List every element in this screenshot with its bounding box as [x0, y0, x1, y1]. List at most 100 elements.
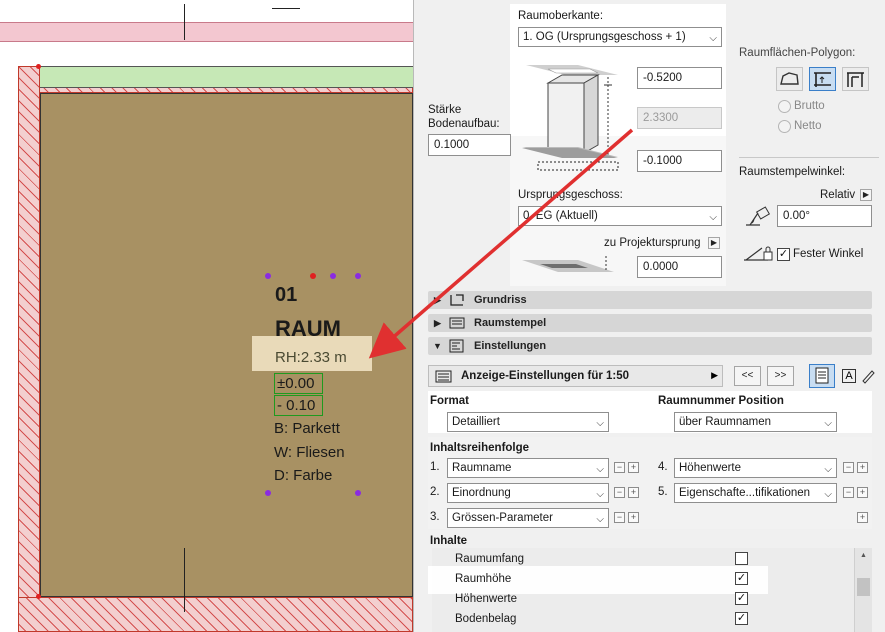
stamp-number: 01 — [275, 284, 298, 306]
polygon-custom-mode-button[interactable] — [842, 67, 869, 91]
wall-bottom — [18, 597, 413, 632]
add-item-button[interactable]: + — [857, 487, 868, 498]
order-value: Raumname — [452, 462, 512, 474]
add-item-button[interactable]: + — [857, 462, 868, 473]
gross-radio[interactable] — [778, 100, 791, 113]
list-icon — [435, 370, 452, 383]
format-select[interactable]: Detailliert ⌵ — [447, 412, 609, 432]
section-floor-plan[interactable]: ▶ Grundriss — [428, 291, 872, 309]
stamp-hotspot[interactable] — [265, 490, 271, 496]
section-floor-plan-label: Grundriss — [474, 294, 527, 306]
stamp-hotspot[interactable] — [265, 273, 271, 279]
remove-item-button[interactable]: − — [843, 487, 854, 498]
format-label: Format — [430, 395, 469, 407]
stamp-hotspot[interactable] — [330, 273, 336, 279]
stamp-level-top: ±0.00 — [274, 373, 323, 394]
section-settings[interactable]: ▼ Einstellungen — [428, 337, 872, 355]
add-item-button[interactable]: + — [628, 512, 639, 523]
stamp-list-view-button[interactable] — [809, 364, 835, 388]
polygon-gross-mode-button[interactable] — [776, 67, 803, 91]
order-value: Grössen-Parameter — [452, 512, 553, 524]
fixed-angle-checkbox[interactable]: ✓ — [777, 248, 790, 261]
display-settings-dropdown[interactable]: Anzeige-Einstellungen für 1:50 ▶ — [428, 365, 723, 387]
format-value: Detailliert — [452, 416, 500, 428]
hotspot[interactable] — [36, 594, 41, 599]
room-stamp-icon — [449, 317, 465, 329]
stamp-angle-mode-toggle[interactable]: ▶ — [860, 189, 872, 201]
content-order-label: Inhaltsreihenfolge — [430, 442, 530, 454]
contents-row-label: Raumhöhe — [455, 573, 512, 585]
remove-item-button[interactable]: − — [614, 512, 625, 523]
floor-thickness-label-1: Stärke — [428, 104, 462, 116]
add-item-button[interactable]: + — [628, 462, 639, 473]
scroll-up-icon[interactable]: ▲ — [860, 552, 867, 559]
project-zero-input[interactable]: 0.0000 — [637, 256, 722, 278]
order-select-1[interactable]: Raumname ⌵ — [447, 458, 609, 478]
origin-story-label: Ursprungsgeschoss: — [518, 189, 623, 201]
pencil-icon[interactable] — [860, 368, 876, 384]
chevron-down-icon: ⌵ — [824, 464, 832, 475]
chevron-down-icon: ⌵ — [596, 514, 604, 525]
order-number: 3. — [430, 511, 440, 523]
fixed-angle-lock-icon — [744, 246, 773, 261]
expand-arrow-icon: ▶ — [434, 318, 441, 328]
add-item-button[interactable]: + — [857, 512, 868, 523]
stamp-hotspot[interactable] — [355, 273, 361, 279]
order-select-4[interactable]: Höhenwerte ⌵ — [674, 458, 837, 478]
order-select-5[interactable]: Eigenschafte...tifikationen ⌵ — [674, 483, 837, 503]
next-scale-button[interactable]: >> — [767, 366, 794, 386]
order-value: Eigenschafte...tifikationen — [679, 487, 811, 499]
remove-item-button[interactable]: − — [614, 487, 625, 498]
stamp-hotspot[interactable] — [310, 273, 316, 279]
contents-row-checkbox[interactable]: ✓ — [735, 612, 748, 625]
section-room-stamp[interactable]: ▶ Raumstempel — [428, 314, 872, 332]
stamp-angle-mode: Relativ — [820, 189, 856, 201]
chevron-down-icon: ⌵ — [709, 33, 717, 44]
polygon-net-mode-button[interactable] — [809, 67, 836, 91]
prev-scale-button[interactable]: << — [734, 366, 761, 386]
upper-edge-select[interactable]: 1. OG (Ursprungsgeschoss + 1) ⌵ — [518, 27, 722, 47]
offset-bottom-input[interactable]: -0.1000 — [637, 150, 722, 172]
net-label: Netto — [794, 120, 822, 132]
wall-left — [18, 66, 40, 606]
scrollbar-thumb[interactable] — [857, 578, 870, 596]
polygon-net-icon — [814, 72, 831, 87]
document-list-icon — [815, 367, 829, 384]
chevron-down-icon: ⌵ — [824, 418, 832, 429]
floor-buildup-icon — [522, 148, 619, 171]
remove-item-button[interactable]: − — [843, 462, 854, 473]
chevron-down-icon: ⌵ — [709, 212, 717, 223]
offset-top-input[interactable]: -0.5200 — [637, 67, 722, 89]
order-select-2[interactable]: Einordnung ⌵ — [447, 483, 609, 503]
settings-icon — [449, 339, 464, 353]
origin-story-select[interactable]: 0. EG (Aktuell) ⌵ — [518, 206, 722, 226]
drawing-canvas[interactable]: 01 RAUM RH:2.33 m ±0.00 - 0.10 B: Parket… — [0, 0, 413, 632]
expand-arrow-icon: ▶ — [434, 295, 441, 305]
axis-tick — [272, 8, 300, 9]
project-zero-icon — [522, 256, 614, 272]
order-number: 1. — [430, 461, 440, 473]
contents-row-checkbox[interactable]: ✓ — [735, 572, 748, 585]
order-select-3[interactable]: Grössen-Parameter ⌵ — [447, 508, 609, 528]
stamp-angle-label: Raumstempelwinkel: — [739, 166, 846, 178]
contents-row-checkbox[interactable]: ✓ — [735, 592, 748, 605]
net-radio[interactable] — [778, 120, 791, 133]
contents-scrollbar[interactable]: ▲ — [854, 548, 872, 632]
remove-item-button[interactable]: − — [614, 462, 625, 473]
contents-row-checkbox[interactable] — [735, 552, 748, 565]
order-number: 4. — [658, 461, 668, 473]
order-value: Höhenwerte — [679, 462, 742, 474]
text-style-icon[interactable]: A — [842, 369, 856, 383]
contents-row-label: Raumumfang — [455, 553, 525, 565]
room-height-input: 2.3300 — [637, 107, 722, 129]
axis-line-top — [184, 4, 185, 40]
add-item-button[interactable]: + — [628, 487, 639, 498]
stamp-angle-input[interactable]: 0.00° — [777, 205, 872, 227]
project-zero-toggle[interactable]: ▶ — [708, 237, 720, 249]
upper-edge-label: Raumoberkante: — [518, 10, 604, 22]
room-number-position-select[interactable]: über Raumnamen ⌵ — [674, 412, 837, 432]
stamp-hotspot[interactable] — [355, 490, 361, 496]
floor-thickness-input[interactable]: 0.1000 — [428, 134, 511, 156]
chevron-down-icon: ⌵ — [596, 489, 604, 500]
hotspot[interactable] — [36, 64, 41, 69]
